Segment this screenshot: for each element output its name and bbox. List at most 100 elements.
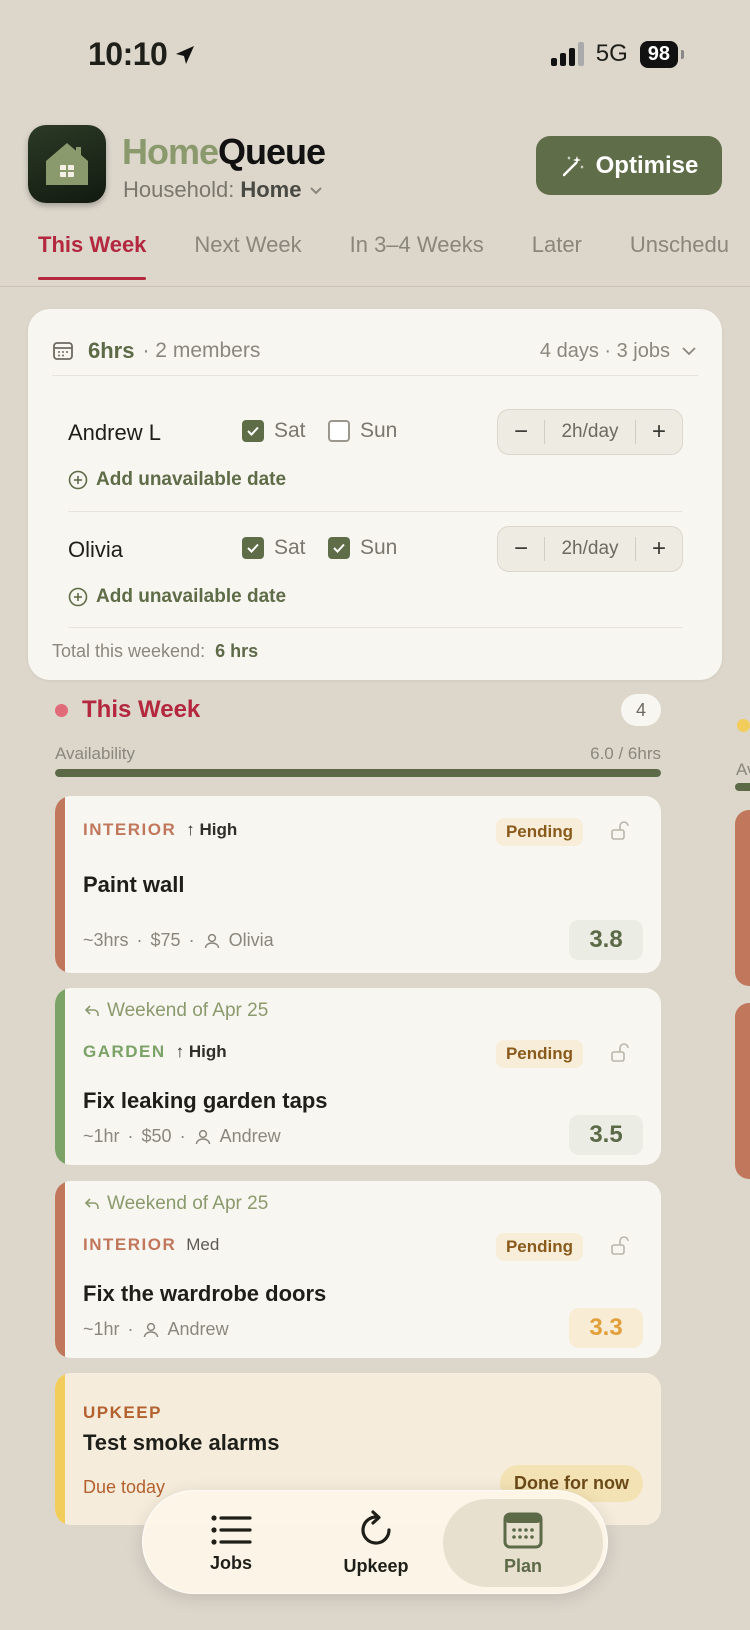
increment-button[interactable]: + <box>636 418 682 446</box>
deferred-from: Weekend of Apr 25 <box>83 1000 268 1022</box>
job-category: GARDEN <box>83 1042 166 1061</box>
increment-button[interactable]: + <box>636 535 682 563</box>
week-tabs: This Week Next Week In 3–4 Weeks Later U… <box>38 232 750 284</box>
magic-wand-icon <box>562 155 584 176</box>
tabs-divider <box>0 286 750 287</box>
time-text: 10:10 <box>88 36 168 72</box>
unlock-icon[interactable] <box>609 1042 631 1064</box>
week-title: This Week <box>82 696 201 723</box>
week-job-count: 4 <box>621 694 661 726</box>
location-arrow-icon <box>176 45 195 64</box>
chevron-down-icon <box>682 347 696 356</box>
checkbox-sat[interactable]: Sat <box>242 536 306 560</box>
week-dot-indicator <box>55 704 68 717</box>
status-badge: Pending <box>495 1233 583 1261</box>
weekend-total: Total this weekend: 6 hrs <box>52 641 259 661</box>
job-title: Fix leaking garden taps <box>83 1088 328 1113</box>
job-category: INTERIOR <box>83 820 177 839</box>
app-logo-icon <box>28 125 106 203</box>
availability-summary[interactable]: 6hrs · 2 members 4 days · 3 jobs <box>52 331 698 371</box>
nav-plan[interactable]: Plan <box>443 1499 603 1587</box>
checkbox[interactable] <box>328 537 350 559</box>
checkbox-sun[interactable]: Sun <box>328 419 397 443</box>
calendar-icon <box>503 1512 543 1548</box>
add-unavailable-date-button[interactable]: Add unavailable date <box>68 586 286 608</box>
divider <box>52 375 698 376</box>
upkeep-title: Test smoke alarms <box>83 1430 280 1455</box>
job-card[interactable]: Weekend of Apr 25 GARDEN ↑ High Pending … <box>55 988 661 1165</box>
tab-this-week[interactable]: This Week <box>38 232 147 284</box>
job-priority: ↑ High <box>175 1042 227 1061</box>
checkbox[interactable] <box>242 537 264 559</box>
checkbox[interactable] <box>328 420 350 442</box>
return-arrow-icon <box>84 1198 99 1209</box>
divider <box>68 627 682 628</box>
upkeep-category: UPKEEP <box>83 1403 162 1422</box>
tab-unscheduled[interactable]: Unschedu <box>630 232 729 284</box>
nav-jobs[interactable]: Jobs <box>161 1499 301 1587</box>
availability-row: Availability 6.0 / 6hrs <box>55 744 661 763</box>
deferred-from: Weekend of Apr 25 <box>83 1193 268 1215</box>
category-stripe <box>55 1373 65 1525</box>
job-score: 3.5 <box>569 1115 643 1155</box>
person-icon <box>143 1322 158 1337</box>
unlock-icon[interactable] <box>609 820 631 842</box>
job-meta: ~3hrs · $75 · Olivia <box>83 930 274 950</box>
availability-progress-bar <box>55 769 661 777</box>
category-stripe <box>55 1181 65 1358</box>
status-badge: Pending <box>495 1040 583 1068</box>
availability-hours: 6hrs <box>88 338 135 363</box>
signal-icon <box>550 42 584 66</box>
job-card[interactable]: INTERIOR ↑ High Pending Paint wall ~3hrs… <box>55 796 661 973</box>
availability-card: 6hrs · 2 members 4 days · 3 jobs Andrew … <box>28 309 722 680</box>
hours-per-day-value: 2h/day <box>544 537 636 561</box>
next-week-availability-bar <box>735 783 750 791</box>
job-card[interactable]: Weekend of Apr 25 INTERIOR Med Pending F… <box>55 1181 661 1358</box>
next-week-job-card[interactable] <box>735 1003 750 1179</box>
app-title: HomeQueue <box>122 131 326 172</box>
add-unavailable-date-button[interactable]: Add unavailable date <box>68 469 286 491</box>
nav-upkeep[interactable]: Upkeep <box>306 1499 446 1587</box>
bottom-navigation: Jobs Upkeep Plan <box>142 1490 608 1594</box>
check-icon <box>333 543 345 553</box>
job-category-row: GARDEN ↑ High <box>83 1042 227 1062</box>
chevron-down-icon <box>310 187 323 195</box>
availability-days-jobs: 4 days · 3 jobs <box>540 340 698 363</box>
battery-icon: 98 <box>639 40 685 68</box>
job-category-row: INTERIOR ↑ High <box>83 820 237 840</box>
job-priority: Med <box>186 1235 220 1254</box>
decrement-button[interactable]: − <box>498 535 544 563</box>
decrement-button[interactable]: − <box>498 418 544 446</box>
person-icon <box>195 1129 210 1144</box>
job-meta: ~1hr · Andrew <box>83 1319 229 1339</box>
app-header: HomeQueue Household: Home Optimise <box>28 125 722 205</box>
tab-in-3-4-weeks[interactable]: In 3–4 Weeks <box>350 232 484 284</box>
checkbox[interactable] <box>242 420 264 442</box>
optimise-button[interactable]: Optimise <box>536 136 722 195</box>
job-title: Fix the wardrobe doors <box>83 1281 327 1306</box>
category-stripe <box>55 988 65 1165</box>
unlock-icon[interactable] <box>609 1235 631 1257</box>
add-circle-icon <box>68 587 88 607</box>
availability-progress-fill <box>55 769 661 777</box>
check-icon <box>247 543 259 553</box>
job-category-row: INTERIOR Med <box>83 1235 219 1255</box>
person-icon <box>204 933 219 948</box>
member-name: Andrew L <box>68 420 161 445</box>
calendar-icon <box>53 342 73 360</box>
category-stripe <box>55 796 65 973</box>
checkbox-sat[interactable]: Sat <box>242 419 306 443</box>
checkbox-sun[interactable]: Sun <box>328 536 397 560</box>
job-score: 3.8 <box>569 920 643 960</box>
job-title: Paint wall <box>83 872 185 897</box>
household-selector[interactable]: Household: Home <box>123 177 325 203</box>
tab-next-week[interactable]: Next Week <box>194 232 301 284</box>
member-name: Olivia <box>68 537 124 562</box>
hours-per-day-stepper: − 2h/day + <box>497 409 683 455</box>
tab-later[interactable]: Later <box>532 232 582 284</box>
network-label: 5G <box>595 40 628 67</box>
job-category: INTERIOR <box>83 1235 177 1254</box>
return-arrow-icon <box>84 1005 99 1016</box>
next-week-job-card[interactable] <box>735 810 750 986</box>
check-icon <box>247 426 259 436</box>
